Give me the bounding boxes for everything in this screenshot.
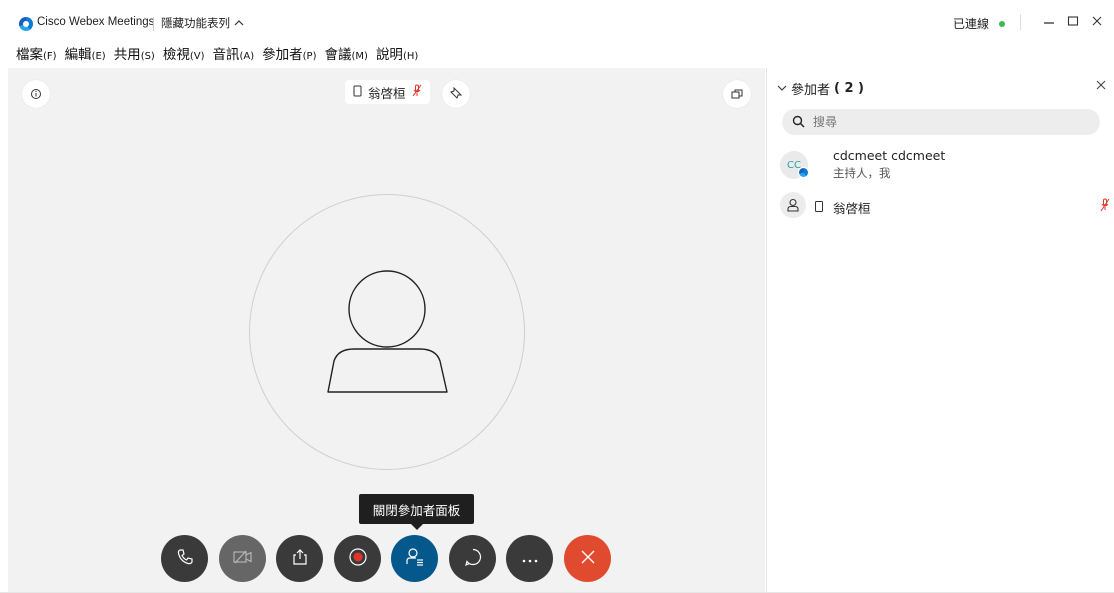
hide-menu-label: 隱藏功能表列	[161, 16, 230, 30]
chat-button[interactable]	[449, 535, 496, 582]
menu-view-accel: (V)	[189, 51, 205, 62]
more-icon	[520, 549, 540, 568]
minimize-button[interactable]	[1040, 12, 1058, 30]
layout-icon	[731, 85, 743, 104]
phone-device-icon	[815, 198, 823, 217]
webex-logo-icon	[19, 17, 33, 31]
panel-header[interactable]: 參加者 ( 2 )	[777, 79, 864, 98]
menu-meeting-accel: (M)	[351, 51, 368, 62]
menu-participants-label: 參加者	[262, 47, 303, 63]
window-close-button[interactable]	[1088, 12, 1106, 30]
menu-participants[interactable]: 參加者(P)	[262, 43, 316, 65]
video-off-icon	[232, 549, 254, 569]
participant-count: ( 2 )	[834, 81, 864, 96]
video-button[interactable]	[219, 535, 266, 582]
meeting-info-button[interactable]	[22, 80, 50, 108]
menu-audio[interactable]: 音訊(A)	[213, 43, 255, 65]
share-icon	[290, 547, 310, 571]
app-title: Cisco Webex Meetings	[37, 16, 155, 28]
menu-bar: 檔案(F) 編輯(E) 共用(S) 檢視(V) 音訊(A) 參加者(P) 會議(…	[16, 43, 418, 65]
record-icon	[348, 547, 368, 571]
record-button[interactable]	[334, 535, 381, 582]
phone-device-icon	[353, 85, 362, 100]
video-stage: 翁啓桓 關閉參加者面板	[8, 68, 765, 593]
layout-button[interactable]	[723, 80, 751, 108]
participant-name: cdcmeet cdcmeet	[833, 148, 946, 163]
audio-button[interactable]	[161, 535, 208, 582]
muted-mic-icon	[412, 84, 422, 100]
menu-share-label: 共用	[113, 47, 141, 63]
participant-name: 翁啓桓	[833, 201, 871, 216]
menu-view-label: 檢視	[162, 47, 190, 63]
search-input[interactable]	[813, 115, 1073, 129]
connection-status: 已連線	[953, 15, 1006, 32]
close-icon	[579, 548, 597, 570]
search-icon	[792, 113, 805, 132]
participants-button[interactable]	[391, 535, 438, 582]
phone-icon	[175, 547, 195, 571]
menu-audio-label: 音訊	[212, 47, 240, 63]
chevron-down-icon	[777, 81, 787, 96]
window-controls-divider	[1020, 14, 1021, 30]
chat-icon	[463, 547, 483, 571]
menu-share[interactable]: 共用(S)	[114, 43, 155, 65]
menu-help[interactable]: 說明(H)	[376, 43, 418, 65]
muted-mic-icon[interactable]	[1100, 197, 1110, 216]
menu-help-accel: (H)	[402, 51, 419, 62]
title-bar: Cisco Webex Meetings 隱藏功能表列 已連線	[0, 0, 1114, 44]
hide-menu-button[interactable]: 隱藏功能表列	[161, 15, 244, 31]
menu-participants-accel: (P)	[302, 51, 317, 62]
menu-file-accel: (F)	[43, 51, 57, 62]
menu-edit-label: 編輯	[64, 47, 92, 63]
connection-status-label: 已連線	[953, 17, 990, 31]
menu-view[interactable]: 檢視(V)	[163, 43, 205, 65]
menu-file-label: 檔案	[16, 47, 43, 63]
participants-tooltip: 關閉參加者面板	[359, 494, 474, 530]
share-button[interactable]	[276, 535, 323, 582]
panel-title: 參加者	[791, 83, 831, 98]
participants-icon	[404, 547, 426, 571]
menu-edit-accel: (E)	[91, 51, 106, 62]
participant-row-host[interactable]: CC cdcmeet cdcmeet 主持人，我	[780, 148, 1110, 184]
participant-row[interactable]: 翁啓桓	[780, 192, 1110, 228]
menu-help-label: 說明	[375, 47, 403, 63]
status-dot-icon	[999, 20, 1006, 27]
pin-icon	[449, 85, 463, 104]
participant-search[interactable]	[782, 109, 1100, 135]
active-speaker-name: 翁啓桓	[368, 85, 406, 101]
leave-button[interactable]	[564, 535, 611, 582]
pin-button[interactable]	[442, 80, 470, 108]
user-icon	[780, 192, 806, 218]
title-divider	[153, 17, 154, 31]
info-icon	[30, 85, 42, 104]
menu-meeting-label: 會議	[324, 47, 352, 63]
chevron-up-icon	[234, 16, 244, 30]
menu-audio-accel: (A)	[239, 51, 255, 62]
maximize-button[interactable]	[1064, 12, 1082, 30]
menu-file[interactable]: 檔案(F)	[16, 43, 57, 65]
panel-close-button[interactable]	[1096, 78, 1106, 94]
menu-meeting[interactable]: 會議(M)	[325, 43, 368, 65]
active-speaker-label: 翁啓桓	[345, 80, 430, 104]
webex-badge-icon	[798, 167, 809, 178]
speaker-avatar	[249, 194, 525, 470]
more-button[interactable]	[506, 535, 553, 582]
menu-edit[interactable]: 編輯(E)	[65, 43, 106, 65]
menu-share-accel: (S)	[140, 51, 155, 62]
participant-role: 主持人，我	[833, 166, 891, 180]
participants-panel: 參加者 ( 2 ) CC cdcmeet cdcmeet 主持人，我 翁啓桓	[766, 68, 1114, 593]
